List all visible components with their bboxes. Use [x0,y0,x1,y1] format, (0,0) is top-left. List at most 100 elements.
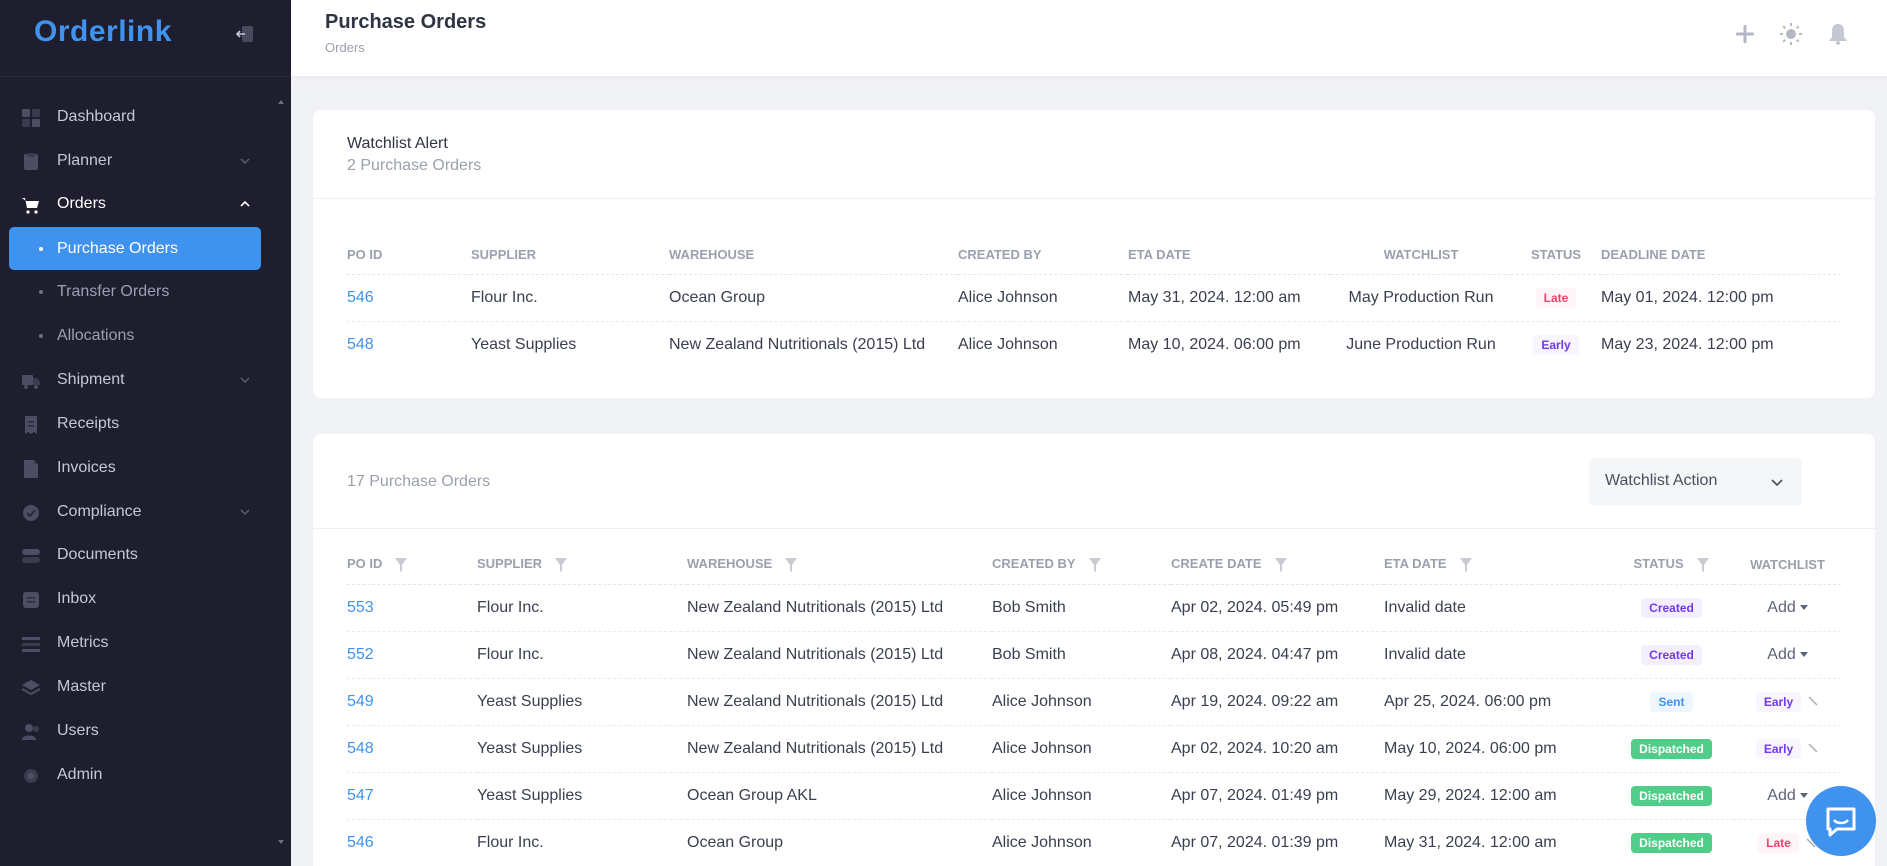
po-id-link[interactable]: 547 [347,787,374,804]
col-eta-date[interactable]: ETA DATE [1384,546,1609,585]
sidebar-item-label: Users [57,722,99,739]
sidebar-item-users[interactable]: Users [9,711,261,751]
status-badge: Dispatched [1631,832,1712,853]
col-created-by[interactable]: CREATED BY [958,236,1128,275]
sidebar-subitem-transfer-orders[interactable]: Transfer Orders [9,270,261,313]
sidebar-item-master[interactable]: Master [9,667,261,707]
col-status[interactable]: STATUS [1609,546,1734,585]
watchlist-action-select[interactable]: Watchlist Action [1589,458,1802,506]
chevron-down-icon [240,158,250,164]
sidebar-item-documents[interactable]: Documents [9,535,261,575]
page-title: Purchase Orders [325,11,487,33]
chevron-up-icon [240,200,250,207]
col-status[interactable]: STATUS [1511,236,1601,275]
po-id-link[interactable]: 548 [347,740,374,757]
sun-icon[interactable] [1779,22,1803,46]
sidebar-item-label: Documents [57,546,138,563]
eta-date-cell: Invalid date [1384,631,1609,679]
remove-icon[interactable] [1807,742,1819,754]
bell-icon[interactable] [1826,22,1850,46]
watchlist-badge: Early [1755,738,1802,759]
sidebar-subitem-allocations[interactable]: Allocations [9,314,261,357]
sidebar-item-orders[interactable]: Orders [9,184,261,224]
deadline-cell: May 01, 2024. 12:00 pm [1601,274,1841,322]
table-row: 547 Yeast Supplies Ocean Group AKL Alice… [347,772,1841,820]
po-id-link[interactable]: 548 [347,336,374,353]
deadline-cell: May 23, 2024. 12:00 pm [1601,335,1774,353]
col-po-id[interactable]: PO ID [347,546,477,585]
sidebar-item-planner[interactable]: Planner [9,141,261,181]
breadcrumb[interactable]: Orders [325,40,365,55]
eta-date-cell: May 31, 2024. 12:00 am [1384,833,1557,851]
filter-icon[interactable] [394,557,408,573]
col-watchlist[interactable]: WATCHLIST [1331,236,1511,275]
collapse-sidebar-icon[interactable] [235,25,254,43]
watchlist-add-dropdown[interactable]: Add [1767,787,1808,805]
col-warehouse[interactable]: WAREHOUSE [669,236,958,275]
watchlist-alert-card: Watchlist Alert 2 Purchase Orders PO ID … [313,110,1875,398]
watchlist-add-dropdown[interactable]: Add [1767,646,1808,664]
col-eta-date[interactable]: ETA DATE [1128,236,1331,275]
sidebar-item-shipment[interactable]: Shipment [9,360,261,400]
sidebar-scroll-up[interactable] [278,100,284,104]
col-po-id[interactable]: PO ID [347,236,471,275]
sidebar-item-invoices[interactable]: Invoices [9,448,261,488]
sidebar-subitem-purchase-orders[interactable]: Purchase Orders [9,227,261,270]
col-deadline-date[interactable]: DEADLINE DATE [1601,236,1841,275]
sidebar-item-admin[interactable]: Admin [9,755,261,795]
supplier-cell: Yeast Supplies [477,678,687,726]
po-id-link[interactable]: 552 [347,646,374,663]
col-warehouse[interactable]: WAREHOUSE [687,546,992,585]
plus-icon[interactable] [1733,22,1757,46]
sidebar-item-label: Planner [57,152,113,169]
status-badge: Dispatched [1631,738,1712,759]
filter-icon[interactable] [1274,557,1288,573]
filter-icon[interactable] [1459,557,1473,573]
watchlist-badge: Early [1755,691,1802,712]
po-id-link[interactable]: 546 [347,834,374,851]
purchase-orders-table: PO ID SUPPLIER WAREHOUSE CREATED BY CREA… [347,546,1841,866]
filter-icon[interactable] [554,557,568,573]
sidebar-item-label: Metrics [57,634,109,651]
inbox-icon [23,592,39,608]
supplier-cell: Flour Inc. [477,631,687,679]
watchlist-table: PO ID SUPPLIER WAREHOUSE CREATED BY ETA … [347,236,1841,368]
watchlist-add-dropdown[interactable]: Add [1767,599,1808,617]
filter-icon[interactable] [1088,557,1102,573]
po-id-link[interactable]: 546 [347,289,374,306]
sidebar-item-receipts[interactable]: Receipts [9,404,261,444]
table-row: 548 Yeast Supplies New Zealand Nutrition… [347,321,1841,368]
table-row: 546 Flour Inc. Ocean Group Alice Johnson… [347,819,1841,866]
sidebar-scroll-down[interactable] [278,840,284,844]
po-id-link[interactable]: 549 [347,693,374,710]
eta-date-cell: Apr 25, 2024. 06:00 pm [1384,678,1609,726]
sidebar-item-compliance[interactable]: Compliance [9,492,261,532]
col-supplier[interactable]: SUPPLIER [477,546,687,585]
eta-date-cell: May 10, 2024. 06:00 pm [1128,335,1301,353]
dashboard-icon [22,109,40,127]
po-id-link[interactable]: 553 [347,599,374,616]
table-row: 549 Yeast Supplies New Zealand Nutrition… [347,678,1841,726]
top-header: Purchase Orders Orders [291,0,1887,76]
create-date-cell: Apr 07, 2024. 01:39 pm [1171,833,1339,851]
filter-icon[interactable] [784,557,798,573]
chat-support-button[interactable] [1806,786,1876,856]
brand-logo: Orderlink [34,15,172,48]
col-create-date[interactable]: CREATE DATE [1171,546,1384,585]
create-date-cell: Apr 07, 2024. 01:49 pm [1171,772,1384,820]
warehouse-cell: New Zealand Nutritionals (2015) Ltd [687,631,992,679]
col-watchlist[interactable]: WATCHLIST [1734,546,1841,585]
chevron-down-icon [240,509,250,515]
remove-icon[interactable] [1807,695,1819,707]
sidebar-item-inbox[interactable]: Inbox [9,579,261,619]
orders-count-label: 17 Purchase Orders [347,473,491,490]
status-badge: Sent [1650,691,1693,712]
bullet-dot [39,334,43,338]
col-supplier[interactable]: SUPPLIER [471,236,669,275]
sidebar-item-metrics[interactable]: Metrics [9,623,261,663]
filter-icon[interactable] [1696,557,1710,573]
watchlist-badge: Late [1758,832,1799,853]
sidebar-item-dashboard[interactable]: Dashboard [9,97,261,137]
created-by-cell: Alice Johnson [958,274,1128,322]
col-created-by[interactable]: CREATED BY [992,546,1171,585]
